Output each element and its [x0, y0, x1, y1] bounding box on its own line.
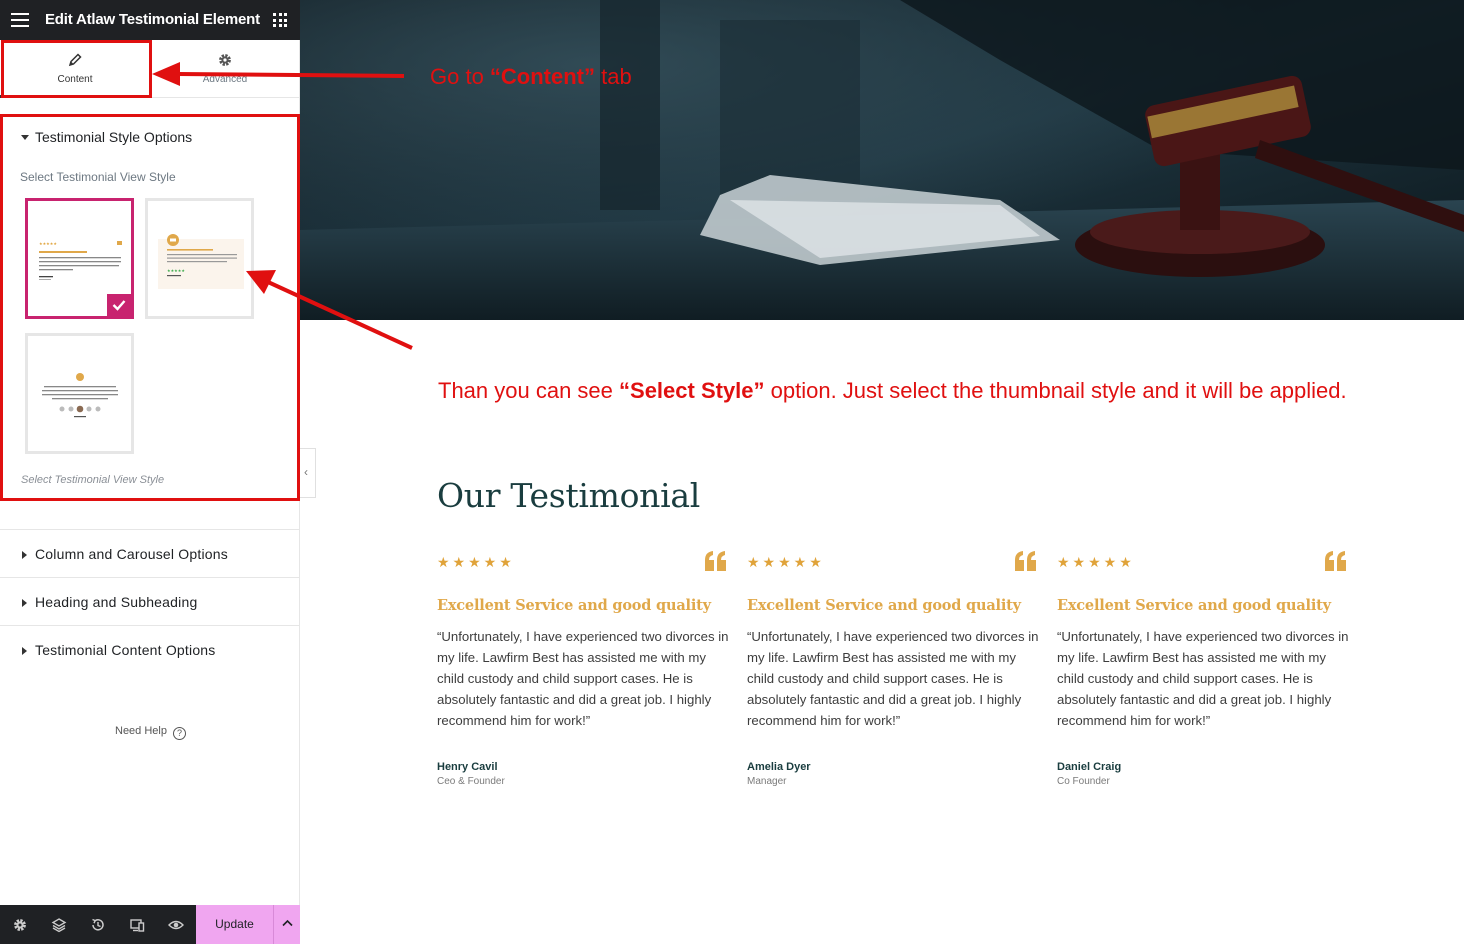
testimonial-text: “Unfortunately, I have experienced two d… — [1057, 629, 1349, 728]
testimonial-card: ★★★★★ Excellent Service and good quality… — [1057, 550, 1352, 800]
annotation-arrows — [152, 62, 413, 350]
rating-stars: ★★★★★ — [437, 554, 515, 570]
quote-icon — [1015, 551, 1036, 571]
testimonial-card: ★★★★★ Excellent Service and good quality… — [747, 550, 1042, 800]
author-role: Co Founder — [1057, 776, 1110, 787]
arrow-to-style-thumbnails — [246, 270, 413, 350]
author-name: Daniel Craig — [1057, 761, 1122, 773]
testimonial-text: “Unfortunately, I have experienced two d… — [747, 629, 1039, 728]
quote-icon — [1325, 551, 1346, 571]
testimonial-title: Excellent Service and good quality — [747, 597, 1021, 614]
testimonial-heading: Our Testimonial — [437, 476, 700, 515]
testimonial-title: Excellent Service and good quality — [1057, 597, 1331, 614]
testimonial-text: “Unfortunately, I have experienced two d… — [437, 629, 729, 728]
arrow-to-content-tab — [152, 62, 405, 86]
testimonial-title: Excellent Service and good quality — [437, 597, 711, 614]
author-role: Ceo & Founder — [437, 776, 505, 787]
author-name: Henry Cavil — [437, 761, 498, 773]
author-name: Amelia Dyer — [747, 761, 811, 773]
quote-icon — [705, 551, 726, 571]
testimonial-card: ★★★★★ Excellent Service and good quality… — [437, 550, 732, 800]
rating-stars: ★★★★★ — [1057, 554, 1135, 570]
author-role: Manager — [747, 776, 787, 787]
rating-stars: ★★★★★ — [747, 554, 825, 570]
